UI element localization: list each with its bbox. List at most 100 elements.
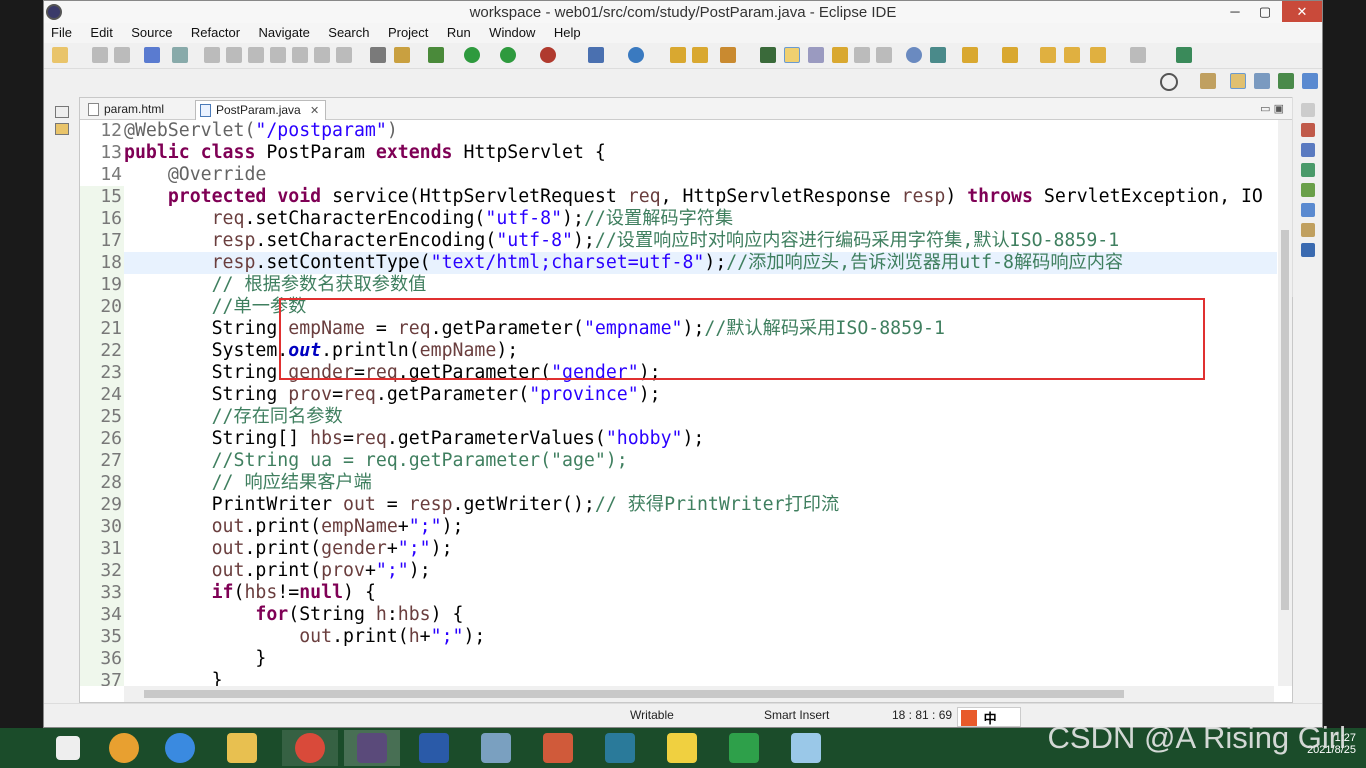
menu-edit[interactable]: Edit — [83, 23, 119, 42]
ime-toolbar[interactable]: 中 — [957, 707, 1021, 727]
open-perspective-icon[interactable] — [1176, 47, 1192, 63]
forward-icon[interactable] — [1130, 47, 1146, 63]
pilcrow-icon[interactable] — [876, 47, 892, 63]
code-line[interactable]: 33 if(hbs!=null) { — [80, 582, 1277, 604]
server-icon[interactable] — [370, 47, 386, 63]
code-line[interactable]: 25 //存在同名参数 — [80, 406, 1277, 428]
code-line[interactable]: 19 // 根据参数名获取参数值 — [80, 274, 1277, 296]
code-line[interactable]: 31 out.print(gender+";"); — [80, 538, 1277, 560]
last-edit-icon[interactable] — [1040, 47, 1056, 63]
prev-annotation-icon[interactable] — [1002, 47, 1018, 63]
taskbar-app-eclipse[interactable] — [344, 730, 400, 766]
code-line[interactable]: 13 public class PostParam extends HttpSer… — [80, 142, 1277, 164]
save-icon[interactable] — [92, 47, 108, 63]
code-line[interactable]: 29 PrintWriter out = resp.getWriter();//… — [80, 494, 1277, 516]
code-line[interactable]: 26 String[] hbs=req.getParameterValues("… — [80, 428, 1277, 450]
new-java-class-icon[interactable] — [628, 47, 644, 63]
code-line[interactable]: 16 req.setCharacterEncoding("utf-8");//设… — [80, 208, 1277, 230]
code-line[interactable]: 35 out.print(h+";"); — [80, 626, 1277, 648]
debug-icon[interactable] — [428, 47, 444, 63]
close-button[interactable]: ✕ — [1282, 1, 1322, 22]
back-icon[interactable] — [1090, 47, 1106, 63]
next-annotation-icon[interactable] — [962, 47, 978, 63]
code-line[interactable]: 24 String prov=req.getParameter("provinc… — [80, 384, 1277, 406]
code-line[interactable]: 36 } — [80, 648, 1277, 670]
taskbar-app-word[interactable] — [406, 730, 462, 766]
open-type-icon[interactable] — [670, 47, 686, 63]
menu-project[interactable]: Project — [381, 23, 435, 42]
menu-file[interactable]: File — [44, 23, 79, 42]
restore-icon[interactable] — [1301, 103, 1315, 117]
taskbar-app-hbuilder[interactable] — [716, 730, 772, 766]
code-line[interactable]: 30 out.print(empName+";"); — [80, 516, 1277, 538]
word-wrap-icon[interactable] — [832, 47, 848, 63]
taskbar-app-help[interactable] — [654, 730, 710, 766]
new-icon[interactable] — [52, 47, 68, 63]
vertical-scrollbar[interactable] — [1278, 120, 1292, 686]
taskbar-app-ppt[interactable] — [530, 730, 586, 766]
java-perspective-icon[interactable] — [1254, 73, 1270, 89]
step-into-icon[interactable] — [292, 47, 308, 63]
taskbar-app-ie[interactable] — [152, 730, 208, 766]
block-select-icon[interactable] — [808, 47, 824, 63]
open-perspective-button-icon[interactable] — [1200, 73, 1216, 89]
taskbar-app-360[interactable] — [96, 730, 152, 766]
properties-icon[interactable] — [1301, 203, 1315, 217]
terminate-icon[interactable] — [248, 47, 264, 63]
markers-icon[interactable] — [1301, 183, 1315, 197]
taskbar-app-chrome[interactable] — [282, 730, 338, 766]
minimize-button[interactable]: ─ — [1220, 1, 1250, 22]
show-whitespace-icon[interactable] — [854, 47, 870, 63]
menu-search[interactable]: Search — [321, 23, 376, 42]
close-tab-icon[interactable]: ✕ — [310, 105, 319, 117]
code-line[interactable]: 12 @WebServlet("/postparam") — [80, 120, 1277, 142]
debug-perspective-icon[interactable] — [1278, 73, 1294, 89]
tab-postparam-java[interactable]: PostParam.java ✕ — [195, 100, 327, 120]
globe-icon[interactable] — [906, 47, 922, 63]
hierarchy-icon[interactable] — [1301, 163, 1315, 177]
maximize-button[interactable]: ▢ — [1250, 1, 1280, 22]
search-tool-icon[interactable] — [720, 47, 736, 63]
menu-window[interactable]: Window — [482, 23, 542, 42]
code-line[interactable]: 27 //String ua = req.getParameter("age")… — [80, 450, 1277, 472]
resume-icon[interactable] — [204, 47, 220, 63]
save-all-icon[interactable] — [114, 47, 130, 63]
run-icon[interactable] — [464, 47, 480, 63]
menu-refactor[interactable]: Refactor — [184, 23, 247, 42]
toggle-mark-icon[interactable] — [760, 47, 776, 63]
step-return-icon[interactable] — [336, 47, 352, 63]
task-list-icon[interactable] — [1301, 143, 1315, 157]
package-explorer-icon[interactable] — [55, 123, 69, 135]
git-perspective-icon[interactable] — [1302, 73, 1318, 89]
code-editor[interactable]: 12 @WebServlet("/postparam") 13 public clas… — [80, 120, 1277, 686]
servers-icon[interactable] — [1301, 223, 1315, 237]
disconnect-icon[interactable] — [270, 47, 286, 63]
pin-icon[interactable] — [930, 47, 946, 63]
menu-help[interactable]: Help — [547, 23, 588, 42]
taskbar-app-explorer[interactable] — [214, 730, 270, 766]
menu-navigate[interactable]: Navigate — [252, 23, 317, 42]
suspend-icon[interactable] — [226, 47, 242, 63]
forward-edit-icon[interactable] — [1064, 47, 1080, 63]
external-tools-icon[interactable] — [540, 47, 556, 63]
outline-icon[interactable] — [1301, 123, 1315, 137]
horizontal-scrollbar[interactable] — [124, 686, 1274, 702]
restore-view-icon[interactable] — [55, 106, 69, 118]
code-line[interactable]: 17 resp.setCharacterEncoding("utf-8");//… — [80, 230, 1277, 252]
scroll-thumb[interactable] — [1281, 230, 1289, 610]
taskbar-app-notepad[interactable] — [778, 730, 834, 766]
code-line[interactable]: 28 // 响应结果客户端 — [80, 472, 1277, 494]
skip-breakpoints-icon[interactable] — [172, 47, 188, 63]
code-line[interactable]: 14 @Override — [80, 164, 1277, 186]
step-over-icon[interactable] — [314, 47, 330, 63]
highlight-icon[interactable] — [784, 47, 800, 63]
console-icon[interactable] — [1301, 243, 1315, 257]
coverage-icon[interactable] — [500, 47, 516, 63]
terminal-icon[interactable] — [144, 47, 160, 63]
taskbar-app-visio[interactable] — [592, 730, 648, 766]
taskbar-app-remote[interactable] — [468, 730, 524, 766]
search-icon[interactable] — [1160, 73, 1178, 91]
code-line[interactable]: 37 } — [80, 670, 1277, 686]
code-line[interactable]: 32 out.print(prov+";"); — [80, 560, 1277, 582]
minimize-editor-icon[interactable]: ▭ ▣ — [1260, 102, 1284, 115]
